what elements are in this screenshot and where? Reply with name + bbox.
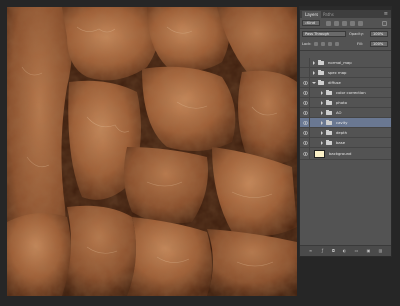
lock-position-icon[interactable] [328, 41, 332, 46]
folder-icon [326, 99, 332, 105]
filter-row: ⌕Kind [302, 19, 389, 27]
document-canvas[interactable] [7, 7, 297, 296]
blend-row: Pass Through Opacity: 100% [302, 30, 389, 38]
new-group-icon[interactable]: ▭ [354, 249, 359, 253]
tab-layers[interactable]: Layers [302, 11, 322, 18]
filter-adjustment-icon[interactable] [334, 20, 339, 26]
eye-icon [303, 130, 308, 135]
lock-row: Lock: Fill: 100% [302, 40, 389, 48]
layer-row-depth[interactable]: depth [300, 128, 391, 138]
folder-icon [318, 59, 324, 65]
layer-name: spec map [328, 70, 347, 75]
visibility-toggle[interactable] [300, 128, 310, 138]
folder-icon [326, 89, 332, 95]
layer-name: normal_map [328, 60, 352, 65]
panel-tab-bar: Layers Paths ≡ [300, 10, 391, 18]
visibility-toggle[interactable] [300, 148, 310, 160]
panel-menu-icon[interactable]: ≡ [384, 12, 388, 17]
filter-toggle-icon[interactable] [382, 20, 387, 26]
layer-name: depth [336, 130, 348, 135]
lock-pixels-icon[interactable] [321, 41, 325, 46]
visibility-toggle[interactable] [300, 88, 310, 98]
layer-name: diffuse [328, 80, 341, 85]
disclosure-arrow-icon[interactable] [321, 101, 323, 105]
link-layers-icon[interactable]: ∞ [308, 249, 313, 253]
layer-row-photo[interactable]: photo [300, 98, 391, 108]
filter-shape-icon[interactable] [350, 20, 355, 26]
blend-mode-select[interactable]: Pass Through [302, 31, 346, 37]
visibility-toggle[interactable] [300, 78, 310, 88]
adjustment-layer-icon[interactable]: ◐ [342, 249, 347, 253]
folder-icon [326, 139, 332, 145]
disclosure-arrow-icon[interactable] [321, 121, 323, 125]
eye-icon [303, 151, 308, 156]
layer-row-cavity[interactable]: cavity [300, 118, 391, 128]
layers-panel: Layers Paths ≡ ⌕Kind Pass Through Opacit… [299, 6, 392, 257]
visibility-toggle[interactable] [300, 118, 310, 128]
tab-paths[interactable]: Paths [320, 11, 337, 18]
layer-row-ao[interactable]: AO [300, 108, 391, 118]
fill-field[interactable]: 100% [370, 41, 388, 47]
disclosure-arrow-icon[interactable] [321, 131, 323, 135]
layer-row-normal-map[interactable]: normal_map [300, 58, 391, 68]
eye-icon [303, 140, 308, 145]
filter-kind-label: Kind [307, 21, 315, 25]
lock-all-icon[interactable] [335, 41, 339, 46]
eye-icon [303, 120, 308, 125]
folder-icon [326, 129, 332, 135]
folder-icon [326, 119, 332, 125]
rock-texture-image [7, 7, 297, 296]
disclosure-arrow-icon[interactable] [313, 61, 315, 65]
fill-label: Fill: [357, 42, 364, 46]
layer-row-color-correction[interactable]: color correction [300, 88, 391, 98]
layer-name: color correction [336, 90, 366, 95]
folder-icon [318, 79, 324, 85]
layer-row-base[interactable]: base [300, 138, 391, 148]
layer-row-spec-map[interactable]: spec map [300, 68, 391, 78]
disclosure-arrow-icon[interactable] [321, 91, 323, 95]
layer-name: background [329, 151, 352, 156]
eye-icon [303, 100, 308, 105]
layer-name: base [336, 140, 346, 145]
lock-transparent-icon[interactable] [314, 41, 318, 46]
disclosure-arrow-icon[interactable] [312, 82, 316, 84]
opacity-label: Opacity: [349, 32, 364, 36]
layer-name: cavity [336, 120, 348, 125]
lock-label: Lock: [302, 42, 312, 46]
folder-icon [326, 109, 332, 115]
disclosure-arrow-icon[interactable] [321, 111, 323, 115]
eye-icon [303, 90, 308, 95]
filter-type-icon[interactable] [342, 20, 347, 26]
layer-row-background[interactable]: background [300, 148, 391, 160]
eye-icon [303, 80, 308, 85]
visibility-toggle[interactable] [300, 108, 310, 118]
disclosure-arrow-icon[interactable] [313, 71, 315, 75]
layer-name: photo [336, 100, 347, 105]
layer-style-icon[interactable]: ƒ [320, 249, 325, 253]
filter-kind-select[interactable]: ⌕Kind [302, 20, 320, 26]
opacity-field[interactable]: 100% [370, 31, 388, 37]
eye-icon [303, 110, 308, 115]
layers-bottom-toolbar: ∞ ƒ ◘ ◐ ▭ ▣ ▥ [300, 245, 391, 256]
trash-icon[interactable]: ▥ [378, 249, 383, 253]
visibility-toggle[interactable] [300, 98, 310, 108]
layer-thumbnail [314, 150, 325, 158]
new-layer-icon[interactable]: ▣ [366, 249, 371, 253]
layer-name: AO [336, 110, 342, 115]
add-mask-icon[interactable]: ◘ [331, 249, 336, 253]
disclosure-arrow-icon[interactable] [321, 141, 323, 145]
folder-icon [318, 69, 324, 75]
filter-smart-object-icon[interactable] [358, 20, 363, 26]
layer-row-diffuse[interactable]: diffuse [300, 78, 391, 88]
visibility-toggle[interactable] [300, 138, 310, 148]
filter-pixel-icon[interactable] [326, 20, 331, 26]
visibility-toggle[interactable] [300, 68, 310, 78]
visibility-toggle[interactable] [300, 58, 310, 68]
